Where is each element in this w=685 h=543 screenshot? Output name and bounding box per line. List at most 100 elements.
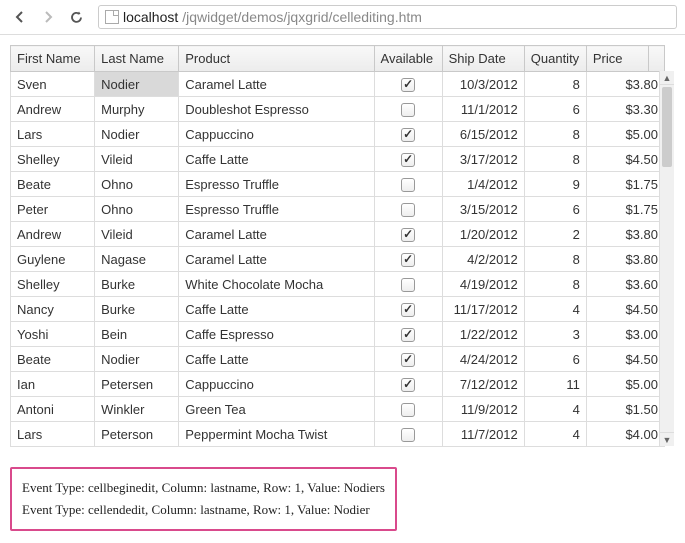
cell-last-name[interactable]: Nodier — [95, 72, 179, 97]
cell-price[interactable]: $3.30 — [586, 97, 664, 122]
cell-ship-date[interactable]: 10/3/2012 — [442, 72, 524, 97]
scroll-down-icon[interactable]: ▼ — [660, 432, 674, 446]
cell-ship-date[interactable]: 11/9/2012 — [442, 397, 524, 422]
cell-available[interactable] — [374, 297, 442, 322]
cell-quantity[interactable]: 8 — [524, 247, 586, 272]
cell-product[interactable]: Caffe Latte — [179, 297, 374, 322]
cell-ship-date[interactable]: 1/4/2012 — [442, 172, 524, 197]
cell-last-name[interactable]: Nodier — [95, 347, 179, 372]
cell-first-name[interactable]: Sven — [11, 72, 95, 97]
cell-price[interactable]: $3.80 — [586, 72, 664, 97]
cell-first-name[interactable]: Andrew — [11, 97, 95, 122]
cell-price[interactable]: $3.60 — [586, 272, 664, 297]
checkbox-icon[interactable] — [401, 428, 415, 442]
cell-quantity[interactable]: 8 — [524, 147, 586, 172]
vertical-scrollbar[interactable]: ▲ ▼ — [659, 71, 674, 446]
cell-last-name[interactable]: Murphy — [95, 97, 179, 122]
cell-product[interactable]: Cappuccino — [179, 372, 374, 397]
cell-last-name[interactable]: Peterson — [95, 422, 179, 447]
cell-available[interactable] — [374, 347, 442, 372]
cell-quantity[interactable]: 2 — [524, 222, 586, 247]
cell-available[interactable] — [374, 97, 442, 122]
scrollbar-thumb[interactable] — [662, 87, 672, 167]
cell-product[interactable]: Caffe Espresso — [179, 322, 374, 347]
header-first-name[interactable]: First Name — [11, 46, 95, 72]
cell-available[interactable] — [374, 272, 442, 297]
checkbox-icon[interactable] — [401, 153, 415, 167]
cell-price[interactable]: $4.00 — [586, 422, 664, 447]
cell-quantity[interactable]: 6 — [524, 97, 586, 122]
cell-first-name[interactable]: Andrew — [11, 222, 95, 247]
cell-price[interactable]: $3.00 — [586, 322, 664, 347]
checkbox-icon[interactable] — [401, 103, 415, 117]
cell-price[interactable]: $5.00 — [586, 122, 664, 147]
cell-last-name[interactable]: Petersen — [95, 372, 179, 397]
cell-last-name[interactable]: Vileid — [95, 222, 179, 247]
checkbox-icon[interactable] — [401, 303, 415, 317]
cell-quantity[interactable]: 4 — [524, 397, 586, 422]
checkbox-icon[interactable] — [401, 178, 415, 192]
cell-ship-date[interactable]: 6/15/2012 — [442, 122, 524, 147]
cell-ship-date[interactable]: 4/19/2012 — [442, 272, 524, 297]
cell-ship-date[interactable]: 1/22/2012 — [442, 322, 524, 347]
checkbox-icon[interactable] — [401, 128, 415, 142]
cell-ship-date[interactable]: 4/2/2012 — [442, 247, 524, 272]
cell-quantity[interactable]: 9 — [524, 172, 586, 197]
cell-available[interactable] — [374, 197, 442, 222]
cell-quantity[interactable]: 8 — [524, 272, 586, 297]
checkbox-icon[interactable] — [401, 328, 415, 342]
cell-quantity[interactable]: 4 — [524, 297, 586, 322]
cell-last-name[interactable]: Burke — [95, 297, 179, 322]
cell-ship-date[interactable]: 1/20/2012 — [442, 222, 524, 247]
cell-available[interactable] — [374, 247, 442, 272]
cell-product[interactable]: Green Tea — [179, 397, 374, 422]
cell-ship-date[interactable]: 11/1/2012 — [442, 97, 524, 122]
cell-ship-date[interactable]: 3/17/2012 — [442, 147, 524, 172]
cell-last-name[interactable]: Ohno — [95, 172, 179, 197]
cell-price[interactable]: $1.50 — [586, 397, 664, 422]
cell-ship-date[interactable]: 3/15/2012 — [442, 197, 524, 222]
cell-last-name[interactable]: Ohno — [95, 197, 179, 222]
cell-price[interactable]: $1.75 — [586, 197, 664, 222]
cell-first-name[interactable]: Antoni — [11, 397, 95, 422]
cell-last-name[interactable]: Burke — [95, 272, 179, 297]
scroll-up-icon[interactable]: ▲ — [660, 71, 674, 85]
cell-first-name[interactable]: Guylene — [11, 247, 95, 272]
cell-available[interactable] — [374, 372, 442, 397]
cell-price[interactable]: $4.50 — [586, 297, 664, 322]
cell-price[interactable]: $5.00 — [586, 372, 664, 397]
cell-first-name[interactable]: Shelley — [11, 147, 95, 172]
header-available[interactable]: Available — [374, 46, 442, 72]
cell-available[interactable] — [374, 322, 442, 347]
cell-available[interactable] — [374, 172, 442, 197]
checkbox-icon[interactable] — [401, 378, 415, 392]
header-price[interactable]: Price — [586, 46, 648, 72]
cell-product[interactable]: Caramel Latte — [179, 222, 374, 247]
header-quantity[interactable]: Quantity — [524, 46, 586, 72]
cell-product[interactable]: Caramel Latte — [179, 72, 374, 97]
cell-product[interactable]: Espresso Truffle — [179, 172, 374, 197]
cell-first-name[interactable]: Beate — [11, 172, 95, 197]
cell-quantity[interactable]: 4 — [524, 422, 586, 447]
header-last-name[interactable]: Last Name — [95, 46, 179, 72]
header-ship-date[interactable]: Ship Date — [442, 46, 524, 72]
cell-price[interactable]: $4.50 — [586, 147, 664, 172]
cell-available[interactable] — [374, 397, 442, 422]
cell-product[interactable]: White Chocolate Mocha — [179, 272, 374, 297]
cell-price[interactable]: $3.80 — [586, 247, 664, 272]
cell-first-name[interactable]: Ian — [11, 372, 95, 397]
cell-quantity[interactable]: 8 — [524, 72, 586, 97]
cell-quantity[interactable]: 3 — [524, 322, 586, 347]
checkbox-icon[interactable] — [401, 403, 415, 417]
cell-last-name[interactable]: Winkler — [95, 397, 179, 422]
cell-quantity[interactable]: 11 — [524, 372, 586, 397]
checkbox-icon[interactable] — [401, 253, 415, 267]
cell-available[interactable] — [374, 122, 442, 147]
cell-product[interactable]: Caffe Latte — [179, 347, 374, 372]
cell-product[interactable]: Doubleshot Espresso — [179, 97, 374, 122]
reload-button[interactable] — [64, 5, 88, 29]
cell-quantity[interactable]: 8 — [524, 122, 586, 147]
cell-price[interactable]: $4.50 — [586, 347, 664, 372]
checkbox-icon[interactable] — [401, 228, 415, 242]
cell-available[interactable] — [374, 222, 442, 247]
